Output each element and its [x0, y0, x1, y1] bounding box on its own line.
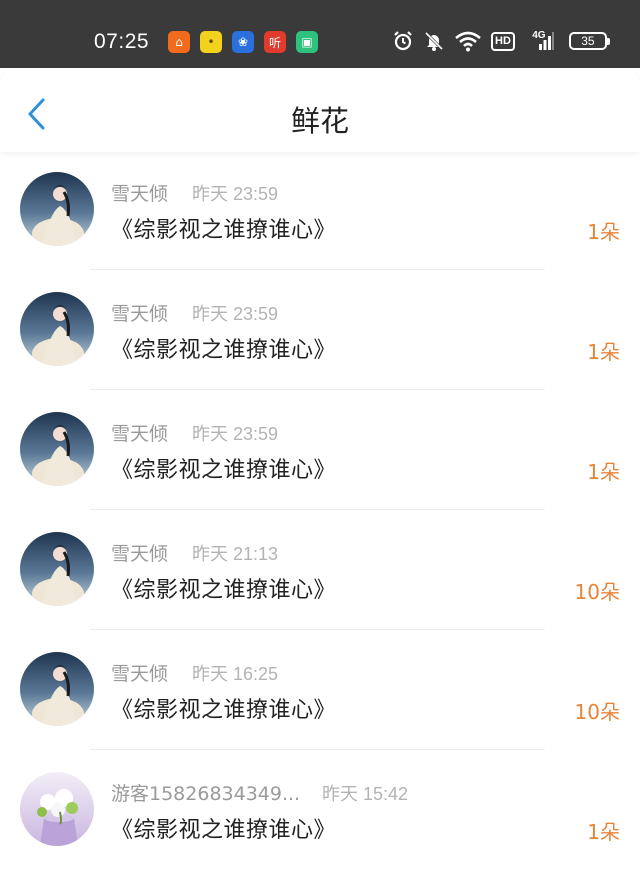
list-item[interactable]: 雪天倾 昨天 23:59 《综影视之谁撩谁心》 1朵	[0, 272, 640, 392]
record-time: 昨天 16:25	[192, 664, 279, 685]
book-title: 《综影视之谁撩谁心》	[111, 578, 337, 603]
status-time: 07:25	[94, 30, 150, 53]
divider	[90, 269, 545, 270]
list-item[interactable]: 雪天倾 昨天 23:59 《综影视之谁撩谁心》 1朵	[0, 392, 640, 512]
divider	[90, 749, 545, 750]
book-title: 《综影视之谁撩谁心》	[111, 218, 337, 243]
flower-count: 10朵	[574, 580, 620, 604]
battery-icon: 35	[568, 32, 610, 50]
taobao-app-icon: ⌂	[168, 31, 190, 53]
list-item[interactable]: 游客15826834349... 昨天 15:42 《综影视之谁撩谁心》 1朵	[0, 752, 640, 870]
avatar	[20, 532, 94, 606]
user-name: 雪天倾	[111, 663, 169, 685]
navigation-bar: 鲜花	[0, 68, 640, 152]
avatar	[20, 772, 94, 846]
flower-count: 10朵	[574, 700, 620, 724]
status-app-icons: ⌂ • ❀ 听 ▣	[168, 31, 318, 53]
flower-count: 1朵	[587, 820, 620, 844]
divider	[90, 629, 545, 630]
record-time: 昨天 23:59	[192, 424, 279, 445]
record-time: 昨天 23:59	[192, 304, 279, 325]
list-item[interactable]: 雪天倾 昨天 16:25 《综影视之谁撩谁心》 10朵	[0, 632, 640, 752]
baidu-app-icon: ❀	[232, 31, 254, 53]
divider	[90, 389, 545, 390]
shop-app-icon: ▣	[296, 31, 318, 53]
status-indicators: HD 4G 35	[392, 30, 610, 52]
divider	[90, 509, 545, 510]
avatar	[20, 652, 94, 726]
flower-count: 1朵	[587, 220, 620, 244]
avatar	[20, 172, 94, 246]
wifi-icon	[454, 30, 482, 52]
user-name: 雪天倾	[111, 303, 169, 325]
record-time: 昨天 23:59	[192, 184, 279, 205]
book-title: 《综影视之谁撩谁心》	[111, 818, 337, 843]
list-item[interactable]: 雪天倾 昨天 23:59 《综影视之谁撩谁心》 1朵	[0, 152, 640, 272]
user-name: 雪天倾	[111, 183, 169, 205]
avatar	[20, 412, 94, 486]
flower-count: 1朵	[587, 340, 620, 364]
avatar	[20, 292, 94, 366]
list-item[interactable]: 雪天倾 昨天 21:13 《综影视之谁撩谁心》 10朵	[0, 512, 640, 632]
record-time: 昨天 15:42	[322, 784, 409, 805]
ting-app-icon: 听	[264, 31, 286, 53]
user-name: 游客15826834349...	[111, 783, 301, 805]
page-title: 鲜花	[290, 104, 349, 138]
user-name: 雪天倾	[111, 543, 169, 565]
chat-app-icon: •	[200, 31, 222, 53]
flower-record-list: 雪天倾 昨天 23:59 《综影视之谁撩谁心》 1朵 雪天倾 昨天 23:59 …	[0, 152, 640, 870]
mute-bell-icon	[423, 30, 445, 52]
book-title: 《综影视之谁撩谁心》	[111, 698, 337, 723]
status-bar: 07:25 ⌂ • ❀ 听 ▣ HD 4G 35	[0, 0, 640, 68]
cell-signal-icon: 4G	[524, 30, 554, 52]
book-title: 《综影视之谁撩谁心》	[111, 458, 337, 483]
hd-voice-icon: HD	[491, 31, 515, 51]
record-time: 昨天 21:13	[192, 544, 279, 565]
alarm-icon	[392, 30, 414, 52]
user-name: 雪天倾	[111, 423, 169, 445]
flower-count: 1朵	[587, 460, 620, 484]
book-title: 《综影视之谁撩谁心》	[111, 338, 337, 363]
